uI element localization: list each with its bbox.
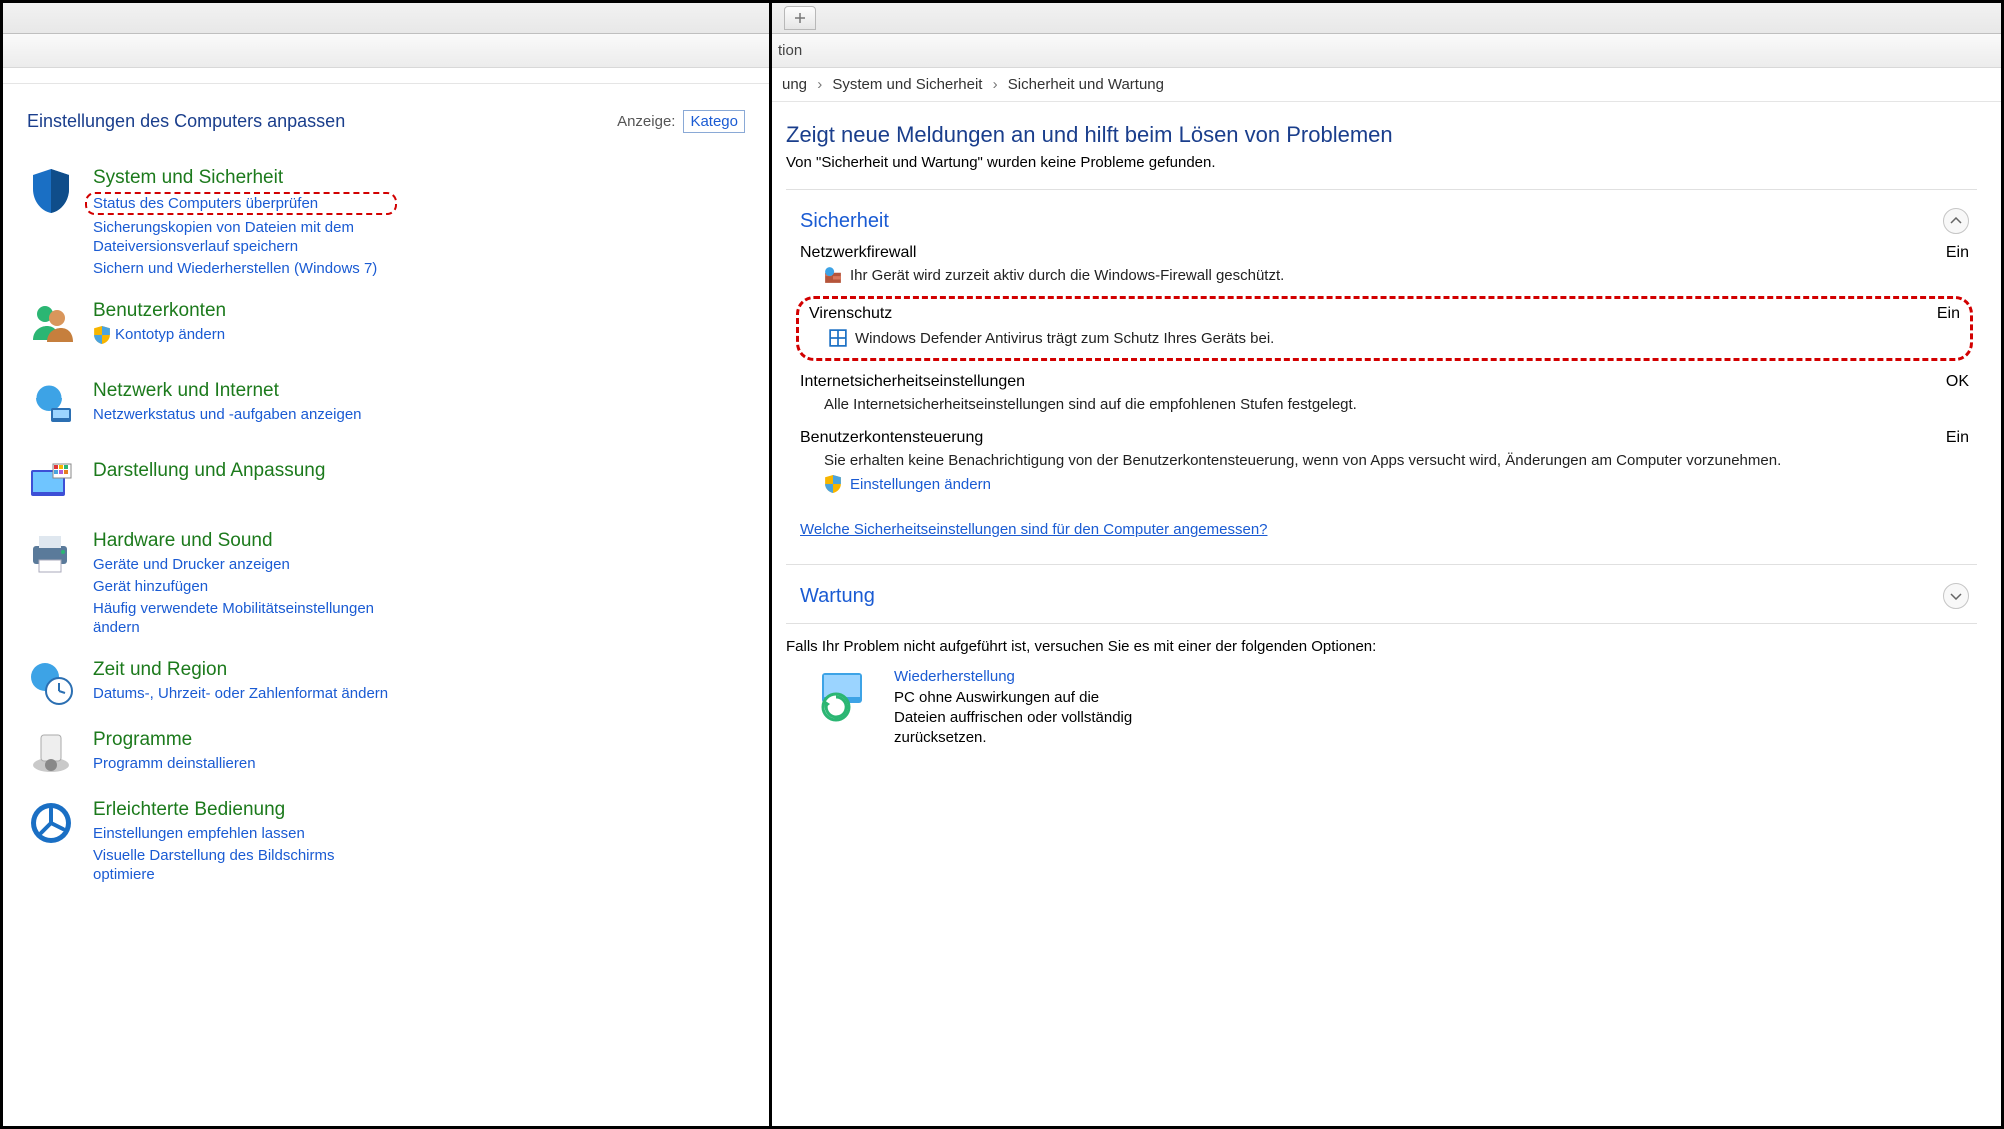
clock-globe-icon: [27, 659, 75, 707]
printer-icon: [27, 530, 75, 578]
new-tab-button[interactable]: [784, 6, 816, 30]
left-tabstrip: [3, 3, 769, 34]
link-uninstall-program[interactable]: Programm deinstallieren: [93, 754, 256, 773]
category-heading[interactable]: Zeit und Region: [93, 659, 388, 681]
defender-icon: [829, 329, 847, 347]
category-user-accounts: Benutzerkonten Kontotyp ändern: [27, 300, 397, 348]
section-security: Sicherheit Netzwerkfirewall Ein Ihr Gerä…: [786, 189, 1977, 564]
item-firewall-state: Ein: [1946, 244, 1969, 262]
link-check-computer-status[interactable]: Status des Computers überprüfen: [93, 195, 318, 212]
page-title: Einstellungen des Computers anpassen: [27, 111, 345, 132]
recovery-desc: PC ohne Auswirkungen auf die Dateien auf…: [894, 688, 1154, 749]
item-uac-name: Benutzerkontensteuerung: [800, 429, 983, 447]
item-virus-desc: Windows Defender Antivirus trägt zum Sch…: [855, 329, 1274, 349]
category-ease-of-access: Erleichterte Bedienung Einstellungen emp…: [27, 799, 397, 884]
category-heading[interactable]: Hardware und Sound: [93, 530, 397, 552]
item-inet-name: Internetsicherheitseinstellungen: [800, 373, 1025, 391]
right-tabstrip: [772, 3, 2001, 34]
section-security-title[interactable]: Sicherheit: [800, 210, 889, 233]
view-by-label: Anzeige:: [617, 113, 675, 130]
category-heading[interactable]: Erleichterte Bedienung: [93, 799, 397, 821]
security-maintenance-pane: tion ung › System und Sicherheit › Siche…: [772, 3, 2001, 1126]
category-appearance: Darstellung und Anpassung: [27, 460, 397, 508]
item-uac-state: Ein: [1946, 429, 1969, 447]
link-devices-printers[interactable]: Geräte und Drucker anzeigen: [93, 555, 397, 574]
category-heading[interactable]: Netzwerk und Internet: [93, 380, 362, 402]
item-firewall-desc: Ihr Gerät wird zurzeit aktiv durch die W…: [850, 266, 1284, 286]
view-by-select[interactable]: Katego: [683, 110, 745, 133]
category-heading[interactable]: Programme: [93, 729, 256, 751]
highlight-virus-protection: Virenschutz Ein Windows Defender Antivir…: [796, 296, 1973, 360]
category-network: Netzwerk und Internet Netzwerkstatus und…: [27, 380, 397, 428]
item-virus-state: Ein: [1937, 305, 1960, 323]
view-by: Anzeige: Katego: [617, 110, 745, 133]
toolbar-fragment: tion: [778, 42, 802, 59]
crumb-1[interactable]: System und Sicherheit: [832, 76, 982, 93]
users-icon: [27, 300, 75, 348]
link-recommend-settings[interactable]: Einstellungen empfehlen lassen: [93, 824, 397, 843]
shield-icon: [27, 167, 75, 215]
uac-shield-icon: [824, 475, 842, 493]
firewall-icon: [824, 266, 842, 284]
chevron-down-icon[interactable]: [1943, 583, 1969, 609]
link-network-status[interactable]: Netzwerkstatus und -aufgaben anzeigen: [93, 405, 362, 424]
chevron-up-icon[interactable]: [1943, 208, 1969, 234]
crumb-0[interactable]: ung: [782, 76, 807, 93]
recovery-icon: [816, 667, 872, 723]
item-virus-name: Virenschutz: [809, 305, 892, 323]
control-panel-pane: Einstellungen des Computers anpassen Anz…: [3, 3, 772, 1126]
breadcrumb: ung › System und Sicherheit › Sicherheit…: [772, 68, 2001, 102]
item-firewall: Netzwerkfirewall Ein Ihr Gerät wird zurz…: [786, 234, 1977, 290]
category-programs: Programme Programm deinstallieren: [27, 729, 397, 777]
link-change-uac-settings[interactable]: Einstellungen ändern: [850, 475, 991, 495]
link-change-account-type[interactable]: Kontotyp ändern: [115, 325, 225, 344]
personalization-icon: [27, 460, 75, 508]
item-firewall-name: Netzwerkfirewall: [800, 244, 916, 262]
link-which-security-settings[interactable]: Welche Sicherheitseinstellungen sind für…: [800, 521, 1268, 538]
section-maintenance-title[interactable]: Wartung: [800, 585, 875, 608]
page-subtext: Von "Sicherheit und Wartung" wurden kein…: [786, 154, 1977, 171]
link-backup-restore[interactable]: Sichern und Wiederherstellen (Windows 7): [93, 259, 397, 278]
left-toolbar: [3, 34, 769, 68]
highlight-check-status: Status des Computers überprüfen: [85, 192, 397, 215]
programs-icon: [27, 729, 75, 777]
recovery-option: Wiederherstellung PC ohne Auswirkungen a…: [786, 655, 1977, 748]
category-heading[interactable]: Benutzerkonten: [93, 300, 226, 322]
item-uac: Benutzerkontensteuerung Ein Sie erhalten…: [786, 419, 1977, 500]
link-add-device[interactable]: Gerät hinzufügen: [93, 577, 397, 596]
category-time-region: Zeit und Region Datums-, Uhrzeit- oder Z…: [27, 659, 397, 707]
item-inet-state: OK: [1946, 373, 1969, 391]
link-file-history[interactable]: Sicherungskopien von Dateien mit dem Dat…: [93, 218, 397, 256]
crumb-2[interactable]: Sicherheit und Wartung: [1008, 76, 1164, 93]
link-mobility-settings[interactable]: Häufig verwendete Mobilitätseinstellunge…: [93, 599, 397, 637]
globe-icon: [27, 380, 75, 428]
category-heading[interactable]: System und Sicherheit: [93, 167, 397, 189]
ease-of-access-icon: [27, 799, 75, 847]
item-inet-desc: Alle Internetsicherheitseinstellungen si…: [824, 395, 1357, 415]
category-system-security: System und Sicherheit Status des Compute…: [27, 167, 397, 278]
link-date-time-format[interactable]: Datums-, Uhrzeit- oder Zahlenformat ände…: [93, 684, 388, 703]
category-hardware: Hardware und Sound Geräte und Drucker an…: [27, 530, 397, 637]
item-uac-desc: Sie erhalten keine Benachrichtigung von …: [824, 451, 1781, 471]
right-toolbar: tion: [772, 34, 2001, 68]
link-optimize-visual[interactable]: Visuelle Darstellung des Bildschirms opt…: [93, 846, 397, 884]
category-heading[interactable]: Darstellung und Anpassung: [93, 460, 325, 482]
section-maintenance: Wartung: [786, 564, 1977, 624]
page-heading: Zeigt neue Meldungen an und hilft beim L…: [786, 122, 1977, 148]
alternatives-text: Falls Ihr Problem nicht aufgeführt ist, …: [786, 624, 1977, 655]
item-internet-security: Internetsicherheitseinstellungen OK Alle…: [786, 363, 1977, 419]
link-recovery[interactable]: Wiederherstellung: [894, 667, 1154, 687]
uac-shield-icon: [93, 326, 111, 344]
